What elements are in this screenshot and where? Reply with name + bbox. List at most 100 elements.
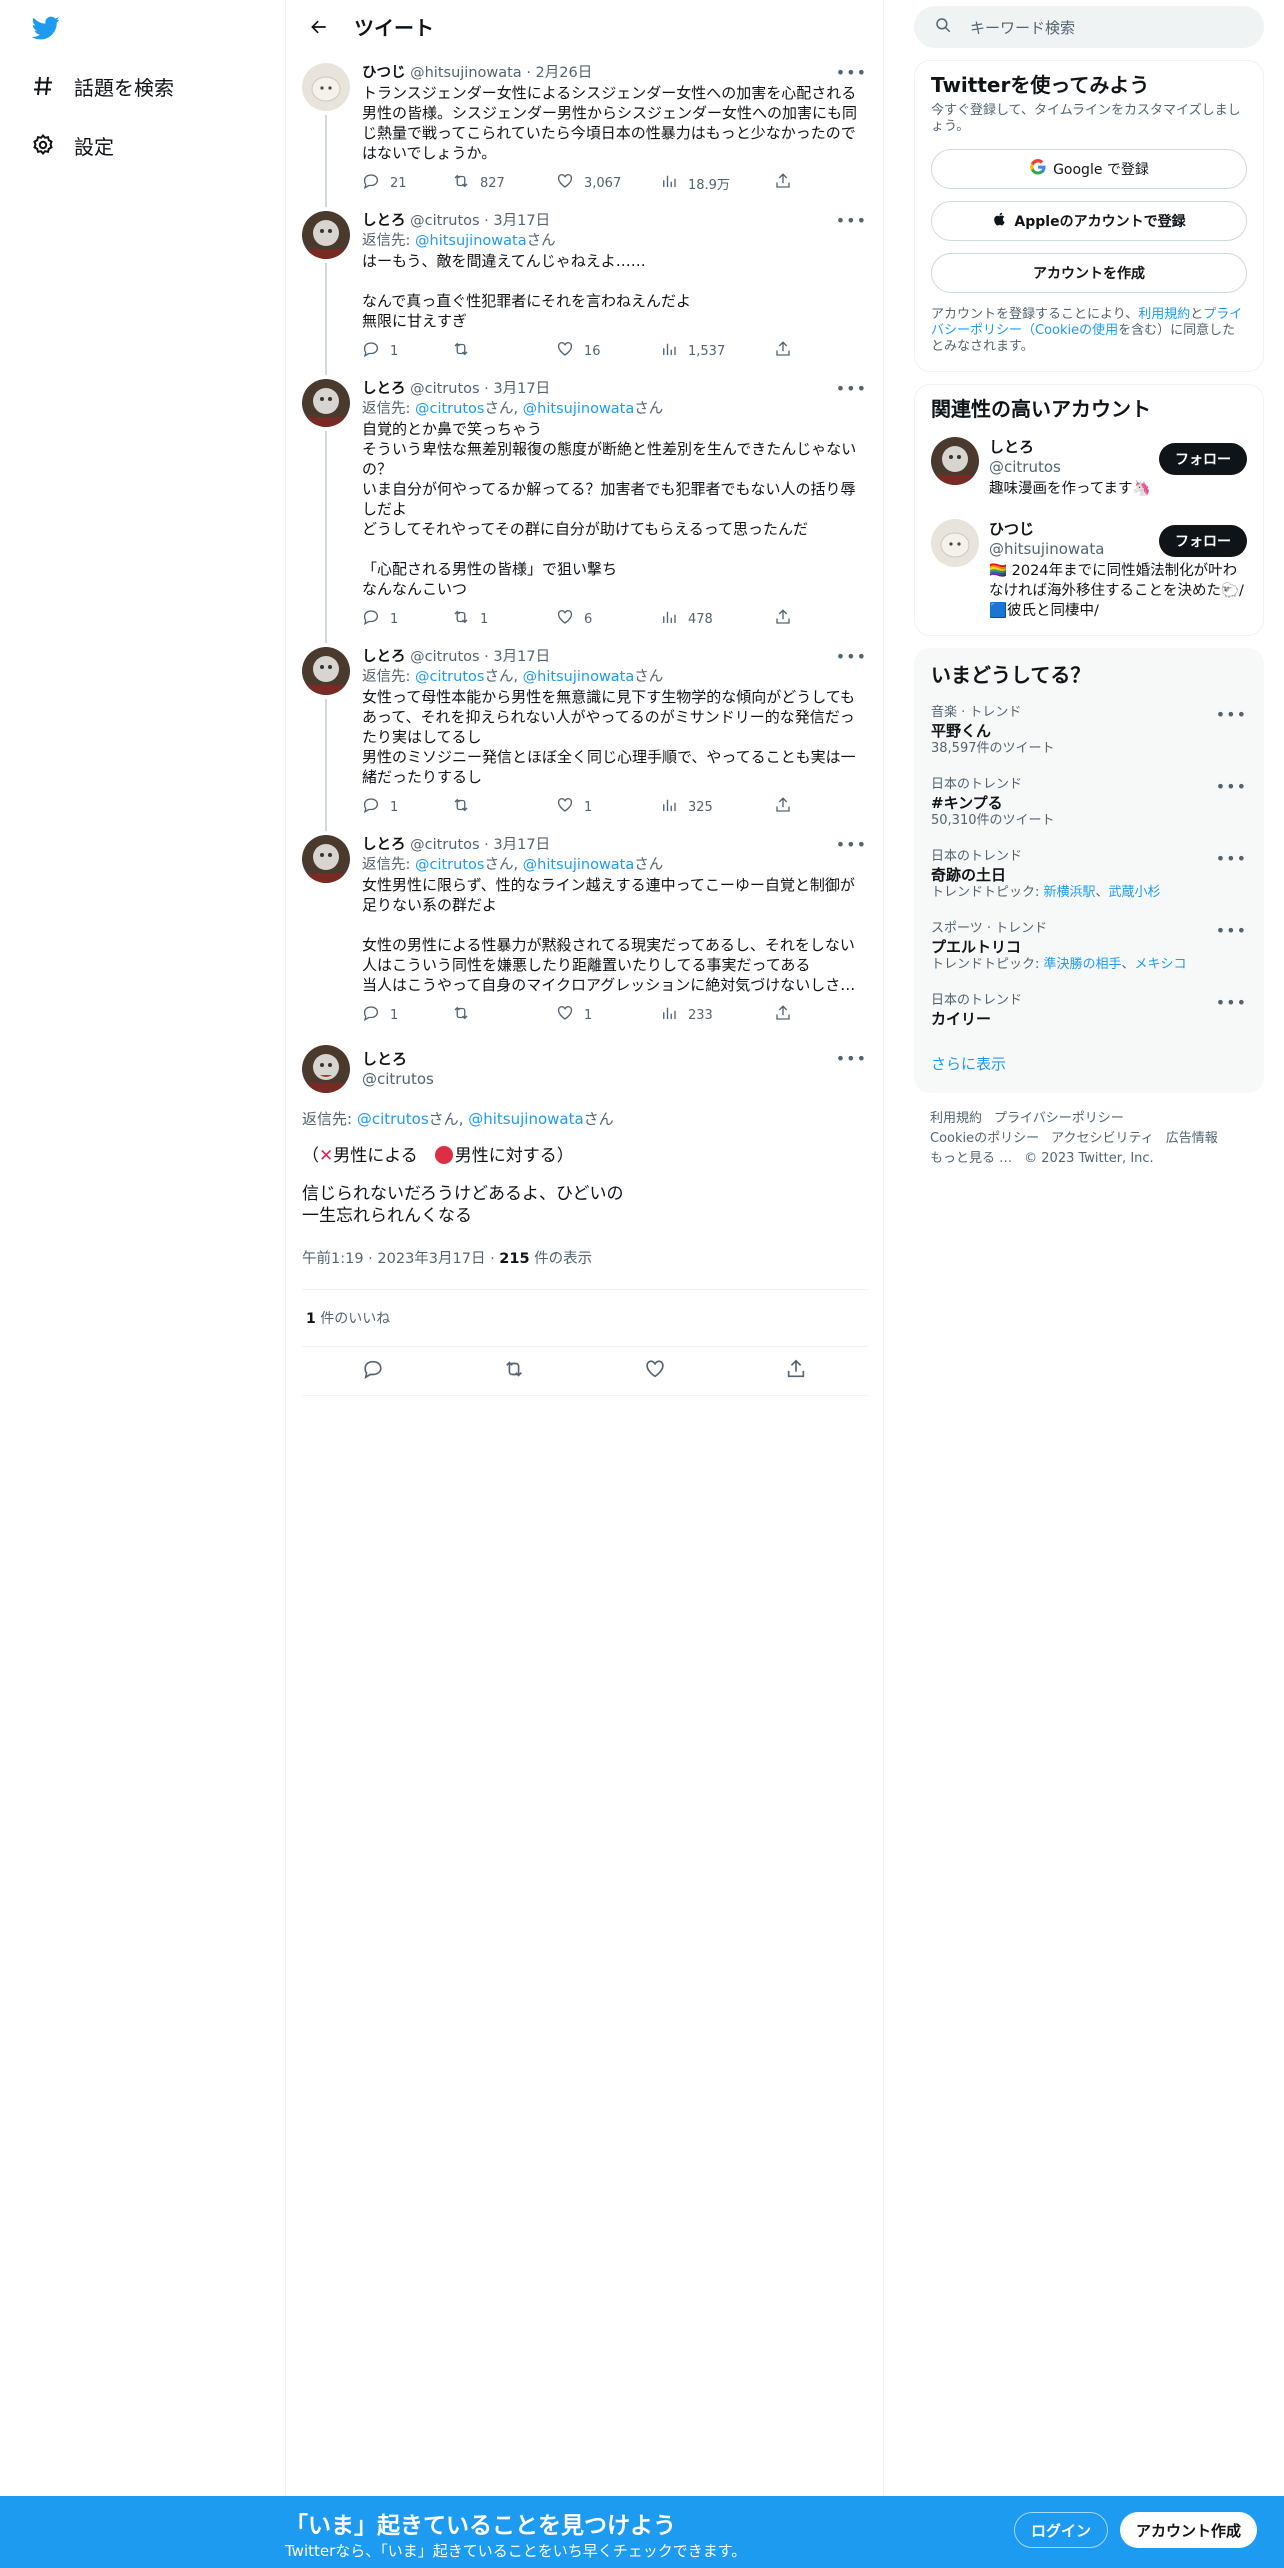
trend-topic-link[interactable]: 準決勝の相手 (1044, 957, 1122, 972)
retweet-button[interactable]: 827 (452, 172, 556, 194)
reply-icon[interactable] (362, 1358, 384, 1384)
like-button[interactable]: 1 (556, 796, 660, 818)
share-button[interactable] (774, 1004, 802, 1026)
reply-to-link[interactable]: @hitsujinowata (415, 233, 527, 249)
show-more-link[interactable]: さらに表示 (931, 1053, 1247, 1078)
more-icon[interactable]: ••• (836, 211, 867, 230)
trend-item[interactable]: 日本のトレンド カイリー ••• (931, 993, 1247, 1029)
views-button[interactable]: 478 (660, 608, 774, 630)
avatar[interactable] (302, 63, 350, 111)
share-button[interactable] (774, 172, 802, 194)
tweet-date[interactable]: · 3月17日 (484, 213, 550, 229)
like-icon[interactable] (644, 1358, 666, 1384)
retweet-button[interactable] (452, 1004, 556, 1026)
terms-link[interactable]: 利用規約 (1138, 307, 1190, 322)
more-icon[interactable]: ••• (1216, 849, 1247, 868)
avatar[interactable] (931, 437, 979, 485)
apple-signup-button[interactable]: Appleのアカウントで登録 (931, 201, 1247, 241)
back-arrow-icon[interactable] (302, 10, 336, 44)
like-button[interactable]: 6 (556, 608, 660, 630)
more-icon[interactable]: ••• (836, 1049, 867, 1068)
more-icon[interactable]: ••• (836, 63, 867, 82)
tweet-date[interactable]: · 3月17日 (484, 649, 550, 665)
tweet-date[interactable]: · 2月26日 (526, 65, 592, 81)
author-name[interactable]: しとろ (362, 1049, 434, 1069)
reply-to-link[interactable]: @citrutos (415, 669, 484, 685)
footer-terms[interactable]: 利用規約 (930, 1111, 982, 1126)
share-button[interactable] (774, 608, 802, 630)
reply-to-link[interactable]: @citrutos (415, 401, 484, 417)
trend-topic-link[interactable]: メキシコ (1135, 957, 1187, 972)
cookie-link[interactable]: （Cookieの使用 (1022, 323, 1118, 338)
reply-to-link[interactable]: @hitsujinowata (523, 857, 635, 873)
related-account[interactable]: しとろ @citrutos 趣味漫画を作ってます🦄 フォロー (931, 437, 1247, 499)
avatar[interactable] (931, 519, 979, 567)
retweet-button[interactable] (452, 340, 556, 362)
like-button[interactable]: 16 (556, 340, 660, 362)
avatar[interactable] (302, 211, 350, 259)
views-button[interactable]: 325 (660, 796, 774, 818)
related-account[interactable]: ひつじ @hitsujinowata 🏳️‍🌈 2024年までに同性婚法制化が叶… (931, 519, 1247, 621)
avatar[interactable] (302, 1045, 350, 1093)
likes-row[interactable]: 1 件のいいね (302, 1290, 867, 1346)
footer-ads[interactable]: 広告情報 (1166, 1131, 1218, 1146)
trend-item[interactable]: 音楽 · トレンド 平野くん 38,597件のツイート ••• (931, 705, 1247, 757)
author-handle[interactable]: @citrutos (362, 1069, 434, 1089)
footer-more[interactable]: もっと見る … (930, 1151, 1012, 1166)
reply-button[interactable]: 1 (362, 608, 452, 630)
views-button[interactable]: 233 (660, 1004, 774, 1026)
more-icon[interactable]: ••• (836, 835, 867, 854)
avatar[interactable] (302, 835, 350, 883)
author-name[interactable]: しとろ (362, 649, 406, 665)
tweet[interactable]: しとろ @citrutos · 3月17日 ••• 返信先: @citrutosさん… (286, 825, 883, 1033)
more-icon[interactable]: ••• (836, 379, 867, 398)
author-name[interactable]: しとろ (362, 213, 406, 229)
reply-button[interactable]: 1 (362, 796, 452, 818)
footer-cookie[interactable]: Cookieのポリシー (930, 1131, 1039, 1146)
views-button[interactable]: 1,537 (660, 340, 774, 362)
author-name[interactable]: ひつじ (362, 65, 406, 81)
trend-item[interactable]: 日本のトレンド 奇跡の土日 トレンドトピック: 新横浜駅、武蔵小杉 ••• (931, 849, 1247, 901)
author-handle[interactable]: @citrutos (410, 381, 479, 397)
trend-topic-link[interactable]: 新横浜駅 (1044, 885, 1096, 900)
footer-privacy[interactable]: プライバシーポリシー (994, 1111, 1124, 1126)
author-name[interactable]: しとろ (362, 837, 406, 853)
author-handle[interactable]: @citrutos (410, 837, 479, 853)
trend-item[interactable]: スポーツ · トレンド プエルトリコ トレンドトピック: 準決勝の相手、メキシコ ••… (931, 921, 1247, 973)
avatar[interactable] (302, 647, 350, 695)
like-button[interactable]: 1 (556, 1004, 660, 1026)
nav-settings[interactable]: 設定 (28, 125, 114, 165)
tweet-time[interactable]: 午前1:19 · 2023年3月17日 · (302, 1251, 499, 1267)
login-button[interactable]: ログイン (1014, 2512, 1109, 2548)
like-button[interactable]: 3,067 (556, 172, 660, 194)
reply-to-link[interactable]: @hitsujinowata (523, 669, 635, 685)
avatar[interactable] (302, 379, 350, 427)
reply-to-link[interactable]: @hitsujinowata (523, 401, 635, 417)
trend-topic-link[interactable]: 武蔵小杉 (1109, 885, 1161, 900)
author-handle[interactable]: @hitsujinowata (410, 65, 522, 81)
footer-accessibility[interactable]: アクセシビリティ (1051, 1131, 1154, 1146)
more-icon[interactable]: ••• (1216, 777, 1247, 796)
author-handle[interactable]: @citrutos (410, 213, 479, 229)
tweet[interactable]: しとろ @citrutos · 3月17日 ••• 返信先: @citrutosさん… (286, 369, 883, 637)
author-handle[interactable]: @citrutos (410, 649, 479, 665)
trend-item[interactable]: 日本のトレンド #キンプる 50,310件のツイート ••• (931, 777, 1247, 829)
follow-button[interactable]: フォロー (1159, 443, 1247, 475)
reply-button[interactable]: 1 (362, 340, 452, 362)
retweet-button[interactable]: 1 (452, 608, 556, 630)
author-name[interactable]: しとろ (362, 381, 406, 397)
more-icon[interactable]: ••• (836, 647, 867, 666)
more-icon[interactable]: ••• (1216, 921, 1247, 940)
share-icon[interactable] (785, 1358, 807, 1384)
search-input[interactable]: キーワード検索 (914, 6, 1264, 48)
reply-to-link[interactable]: @hitsujinowata (468, 1110, 583, 1128)
share-button[interactable] (774, 340, 802, 362)
retweet-button[interactable] (452, 796, 556, 818)
create-account-button[interactable]: アカウントを作成 (931, 253, 1247, 293)
nav-explore[interactable]: 話題を検索 (28, 66, 174, 106)
tweet[interactable]: ひつじ @hitsujinowata · 2月26日 ••• トランスジェンダー女性… (286, 53, 883, 201)
reply-button[interactable]: 1 (362, 1004, 452, 1026)
tweet[interactable]: しとろ @citrutos · 3月17日 ••• 返信先: @hitsujinow… (286, 201, 883, 369)
tweet-date[interactable]: · 3月17日 (484, 837, 550, 853)
more-icon[interactable]: ••• (1216, 705, 1247, 724)
